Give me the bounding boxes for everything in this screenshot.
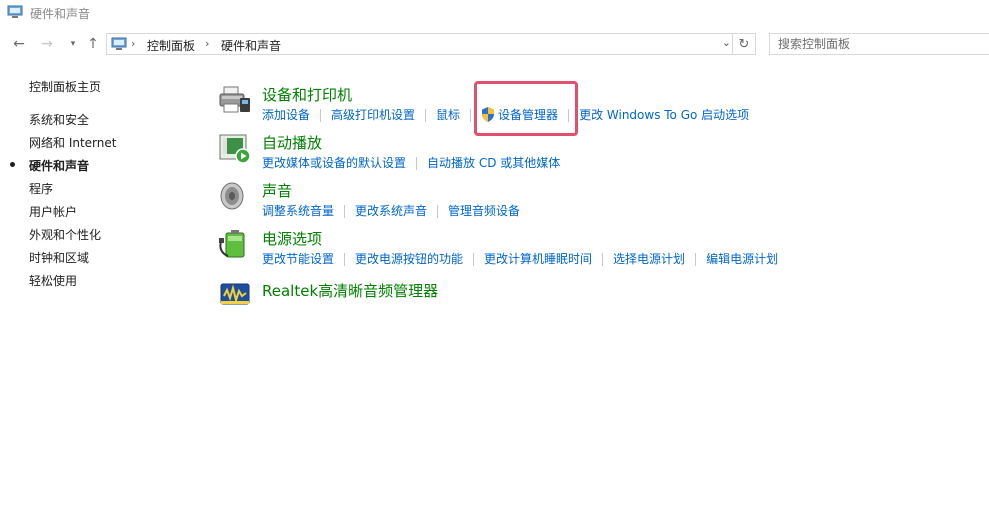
- link-divider: [473, 253, 475, 266]
- link-divider: [344, 253, 346, 266]
- sidebar-item-ease-of-access[interactable]: 轻松使用: [29, 272, 77, 289]
- realtek-audio-icon[interactable]: [218, 278, 252, 310]
- navigation-bar: ← → ▾ ↑ › 控制面板 › 硬件和声音 ⌄ ↻: [0, 30, 989, 58]
- category-links: 调整系统音量 更改系统声音 管理音频设备: [262, 202, 520, 219]
- back-arrow-icon[interactable]: ←: [10, 34, 28, 54]
- link-choose-power-plan[interactable]: 选择电源计划: [613, 252, 685, 266]
- refresh-icon[interactable]: ↻: [732, 34, 755, 54]
- sidebar-item-network-internet[interactable]: 网络和 Internet: [29, 134, 116, 151]
- up-arrow-icon[interactable]: ↑: [84, 34, 102, 54]
- title-bar: 硬件和声音: [0, 0, 989, 26]
- address-bar[interactable]: › 控制面板 › 硬件和声音 ⌄ ↻: [106, 33, 756, 55]
- sidebar-item-appearance[interactable]: 外观和个性化: [29, 226, 101, 243]
- recent-locations-chevron-icon[interactable]: ▾: [64, 34, 82, 54]
- link-divider: [695, 253, 697, 266]
- search-box[interactable]: [769, 33, 989, 55]
- link-adjust-volume[interactable]: 调整系统音量: [262, 204, 334, 218]
- speaker-icon[interactable]: [218, 180, 252, 212]
- category-title-devices-printers[interactable]: 设备和打印机: [262, 84, 352, 105]
- breadcrumb-control-panel[interactable]: 控制面板: [147, 37, 195, 54]
- active-bullet-icon: [10, 162, 15, 167]
- link-mouse[interactable]: 鼠标: [436, 108, 460, 122]
- category-title-autoplay[interactable]: 自动播放: [262, 132, 322, 153]
- autoplay-icon[interactable]: [218, 132, 252, 164]
- category-title-realtek[interactable]: Realtek高清晰音频管理器: [262, 280, 438, 301]
- chevron-right-icon[interactable]: ›: [131, 37, 135, 50]
- category-title-power-options[interactable]: 电源选项: [262, 228, 322, 249]
- printer-icon[interactable]: [218, 84, 252, 116]
- link-divider: [344, 205, 346, 218]
- link-sleep-time[interactable]: 更改计算机睡眠时间: [484, 252, 592, 266]
- sidebar-item-home[interactable]: 控制面板主页: [29, 78, 101, 95]
- link-edit-power-plan[interactable]: 编辑电源计划: [706, 252, 778, 266]
- category-title-sound[interactable]: 声音: [262, 180, 292, 201]
- search-input[interactable]: [778, 37, 968, 51]
- battery-icon[interactable]: [218, 228, 252, 260]
- link-manage-audio-devices[interactable]: 管理音频设备: [448, 204, 520, 218]
- link-change-system-sounds[interactable]: 更改系统声音: [355, 204, 427, 218]
- link-divider: [416, 157, 418, 170]
- link-divider: [425, 109, 427, 122]
- link-change-default-media-settings[interactable]: 更改媒体或设备的默认设置: [262, 156, 406, 170]
- link-autoplay-cd[interactable]: 自动播放 CD 或其他媒体: [427, 156, 560, 170]
- control-panel-icon: [111, 37, 127, 50]
- link-advanced-printer-setup[interactable]: 高级打印机设置: [331, 108, 415, 122]
- forward-arrow-icon[interactable]: →: [38, 34, 56, 54]
- link-power-saving-settings[interactable]: 更改节能设置: [262, 252, 334, 266]
- sidebar-item-user-accounts[interactable]: 用户帐户: [29, 203, 77, 220]
- chevron-right-icon[interactable]: ›: [205, 37, 209, 50]
- control-panel-icon: [7, 5, 23, 18]
- link-power-button-function[interactable]: 更改电源按钮的功能: [355, 252, 463, 266]
- highlight-box: [474, 81, 578, 136]
- link-divider: [602, 253, 604, 266]
- link-divider: [437, 205, 439, 218]
- category-links: 更改媒体或设备的默认设置 自动播放 CD 或其他媒体: [262, 154, 560, 171]
- sidebar-item-system-security[interactable]: 系统和安全: [29, 111, 89, 128]
- sidebar-item-clock-region[interactable]: 时钟和区域: [29, 249, 89, 266]
- breadcrumb-hardware-sound[interactable]: 硬件和声音: [221, 37, 281, 54]
- window-title: 硬件和声音: [30, 7, 91, 21]
- link-divider: [320, 109, 322, 122]
- link-windows-to-go[interactable]: 更改 Windows To Go 启动选项: [579, 108, 749, 122]
- link-add-device[interactable]: 添加设备: [262, 108, 310, 122]
- sidebar-item-hardware-sound: 硬件和声音: [29, 159, 90, 173]
- chevron-down-icon[interactable]: ⌄: [722, 36, 731, 49]
- link-divider: [470, 109, 472, 122]
- sidebar-item-programs[interactable]: 程序: [29, 180, 53, 197]
- category-links: 更改节能设置 更改电源按钮的功能 更改计算机睡眠时间 选择电源计划 编辑电源计划: [262, 250, 778, 267]
